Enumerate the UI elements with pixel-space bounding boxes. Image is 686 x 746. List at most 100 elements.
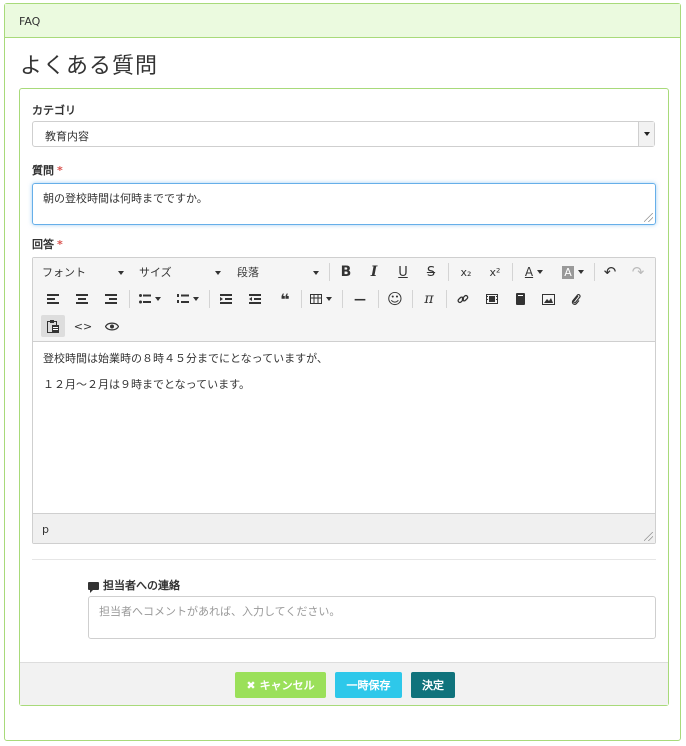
- numbered-list-icon: [177, 294, 189, 303]
- superscript-icon[interactable]: x²: [483, 261, 507, 283]
- underline-icon[interactable]: U: [392, 261, 414, 283]
- toolbar-separator: [378, 290, 379, 308]
- cancel-button-label: キャンセル: [259, 679, 315, 692]
- required-mark: *: [57, 238, 63, 251]
- editor-toolbar: フォント サイズ 段落 B I U S x₂ x² A A ↶ ↷ ❝ — ☺ …: [33, 258, 655, 342]
- required-mark: *: [57, 164, 63, 177]
- chevron-down-icon: [577, 270, 584, 274]
- toolbar-separator: [412, 290, 413, 308]
- paste-text-icon[interactable]: [41, 315, 65, 337]
- align-right-icon[interactable]: [99, 288, 123, 310]
- confirm-button-label: 決定: [422, 679, 444, 692]
- panel-header: FAQ: [5, 4, 680, 38]
- editor-paragraph: １２月〜２月は９時までとなっています。: [43, 378, 251, 391]
- link-icon[interactable]: [451, 288, 475, 310]
- chevron-down-icon: [215, 271, 221, 275]
- chevron-down-icon: [193, 297, 199, 301]
- toolbar-separator: [301, 290, 302, 308]
- chevron-down-icon: [155, 297, 161, 301]
- background-color-icon: A: [562, 265, 574, 279]
- italic-icon[interactable]: I: [363, 261, 385, 283]
- question-label: 質問 *: [32, 162, 63, 178]
- question-label-text: 質問: [32, 164, 54, 177]
- bold-icon[interactable]: B: [335, 261, 357, 283]
- indent-icon[interactable]: [214, 288, 238, 310]
- text-color-dropdown[interactable]: A: [517, 261, 551, 283]
- chevron-down-icon[interactable]: [638, 122, 654, 146]
- attachment-icon[interactable]: [564, 288, 588, 310]
- panel-header-title: FAQ: [19, 15, 41, 28]
- toolbar-separator: [446, 290, 447, 308]
- paragraph-dropdown[interactable]: 段落: [237, 261, 319, 283]
- page-title: よくある質問: [20, 54, 159, 79]
- faq-form: カテゴリ 教育内容 質問* 朝の登校時間は何時までですか。 回答* フォント: [19, 88, 669, 706]
- subscript-icon[interactable]: x₂: [454, 261, 478, 283]
- category-select-value: 教育内容: [45, 130, 89, 143]
- question-textarea[interactable]: 朝の登校時間は何時までですか。: [32, 183, 656, 225]
- contact-label: 担当者への連絡: [88, 577, 180, 593]
- chevron-down-icon: [326, 297, 332, 301]
- image-icon[interactable]: [536, 288, 560, 310]
- element-path[interactable]: p: [42, 523, 49, 536]
- confirm-button[interactable]: 決定: [411, 672, 455, 698]
- align-center-icon[interactable]: [70, 288, 94, 310]
- paragraph-label: 段落: [237, 266, 259, 279]
- resize-handle-icon[interactable]: [644, 213, 653, 222]
- resize-handle-icon[interactable]: [644, 532, 653, 541]
- align-left-icon[interactable]: [41, 288, 65, 310]
- table-dropdown[interactable]: [306, 288, 336, 310]
- toolbar-separator: [594, 263, 595, 281]
- faq-panel: FAQ よくある質問 カテゴリ 教育内容 質問 * 朝の登校時間は何時までですか。…: [4, 3, 681, 741]
- category-select[interactable]: 教育内容: [32, 121, 655, 147]
- editor-paragraph: 登校時間は始業時の８時４５分までにとなっていますが、: [43, 352, 328, 365]
- font-family-dropdown[interactable]: フォント: [42, 261, 124, 283]
- toolbar-separator: [512, 263, 513, 281]
- toolbar-separator: [129, 290, 130, 308]
- undo-icon[interactable]: ↶: [599, 261, 621, 283]
- question-value: 朝の登校時間は何時までですか。: [43, 192, 208, 205]
- preview-icon[interactable]: [100, 315, 124, 337]
- outdent-icon[interactable]: [243, 288, 267, 310]
- comment-icon: [88, 582, 99, 593]
- chevron-down-icon: [537, 270, 544, 274]
- rich-text-editor: フォント サイズ 段落 B I U S x₂ x² A A ↶ ↷ ❝ — ☺ …: [32, 257, 656, 544]
- toolbar-separator: [329, 263, 330, 281]
- chevron-down-icon: [313, 271, 319, 275]
- editor-content[interactable]: 登校時間は始業時の８時４５分までにとなっていますが、 １２月〜２月は９時までとな…: [33, 342, 655, 513]
- bullet-list-icon: [139, 294, 151, 304]
- contact-comment-input[interactable]: 担当者へコメントがあれば、入力してください。: [88, 596, 656, 639]
- temp-save-button-label: 一時保存: [346, 679, 391, 692]
- cancel-button[interactable]: ✖ キャンセル: [235, 672, 326, 698]
- table-icon: [310, 294, 322, 304]
- contact-label-text: 担当者への連絡: [103, 579, 180, 592]
- section-divider: [32, 559, 656, 560]
- bullet-list-dropdown[interactable]: [134, 288, 166, 310]
- math-icon[interactable]: π: [417, 288, 441, 310]
- font-family-label: フォント: [42, 266, 86, 279]
- strikethrough-icon[interactable]: S: [420, 261, 442, 283]
- emoji-icon[interactable]: ☺: [383, 288, 407, 310]
- font-size-dropdown[interactable]: サイズ: [139, 261, 221, 283]
- numbered-list-dropdown[interactable]: [172, 288, 204, 310]
- contact-placeholder: 担当者へコメントがあれば、入力してください。: [99, 605, 341, 618]
- blockquote-icon[interactable]: ❝: [273, 288, 297, 310]
- text-color-icon: A: [524, 265, 534, 279]
- toolbar-separator: [342, 290, 343, 308]
- answer-label: 回答 *: [32, 236, 63, 252]
- document-icon[interactable]: [508, 288, 532, 310]
- horizontal-rule-icon[interactable]: —: [348, 288, 372, 310]
- toolbar-separator: [448, 263, 449, 281]
- background-color-dropdown[interactable]: A: [556, 261, 590, 283]
- answer-label-text: 回答: [32, 238, 54, 251]
- editor-statusbar: p: [33, 513, 655, 543]
- source-code-icon[interactable]: <>: [71, 315, 95, 337]
- form-footer: ✖ キャンセル 一時保存 決定: [20, 662, 668, 705]
- redo-icon[interactable]: ↷: [627, 261, 649, 283]
- category-label: カテゴリ: [32, 102, 76, 118]
- video-icon[interactable]: [480, 288, 504, 310]
- category-label-text: カテゴリ: [32, 104, 76, 117]
- close-icon: ✖: [246, 678, 256, 692]
- font-size-label: サイズ: [139, 266, 172, 279]
- toolbar-separator: [209, 290, 210, 308]
- temp-save-button[interactable]: 一時保存: [335, 672, 402, 698]
